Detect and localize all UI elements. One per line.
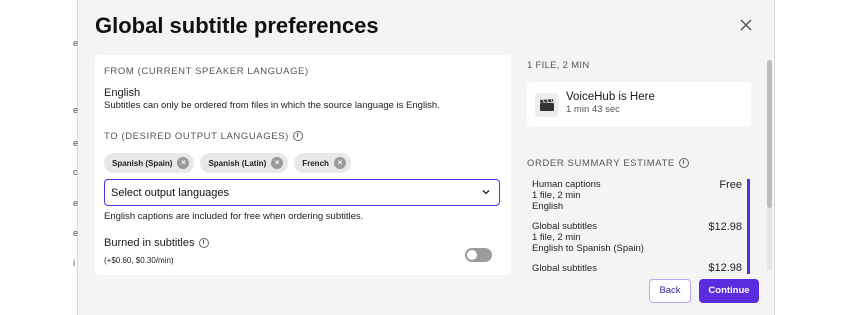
toggle-knob xyxy=(467,250,477,260)
summary-row-detail: English xyxy=(532,201,564,212)
summary-row: Human captions 1 file, 2 min English xyxy=(532,179,742,212)
summary-row-price: $12.98 xyxy=(708,221,742,233)
continue-button[interactable]: Continue xyxy=(699,279,759,303)
language-settings-card: FROM (CURRENT SPEAKER LANGUAGE) English … xyxy=(95,55,511,275)
file-name: VoiceHub is Here xyxy=(566,91,655,103)
remove-chip-icon[interactable]: × xyxy=(271,157,284,169)
remove-chip-icon[interactable]: × xyxy=(333,157,346,169)
chevron-down-icon xyxy=(482,190,490,195)
background-page: e e e c e e i xyxy=(0,0,78,315)
subtitle-preferences-dialog: Global subtitle preferences FROM (CURREN… xyxy=(78,0,775,315)
summary-row-detail: 1 file, 2 min xyxy=(532,232,581,243)
language-chip: Spanish (Spain) × xyxy=(104,153,195,173)
chip-label: French xyxy=(302,158,329,168)
summary-row-price: $12.98 xyxy=(708,262,742,274)
info-icon[interactable]: i xyxy=(198,238,209,249)
burned-label: Burned in subtitles xyxy=(104,237,195,249)
to-note: English captions are included for free w… xyxy=(104,211,364,222)
file-card: VoiceHub is Here 1 min 43 sec xyxy=(527,82,751,127)
scrollbar-thumb[interactable] xyxy=(767,60,772,208)
burned-label-row: Burned in subtitles i xyxy=(104,237,209,249)
dialog-title: Global subtitle preferences xyxy=(95,13,379,38)
to-label: TO (DESIRED OUTPUT LANGUAGES) xyxy=(104,131,289,142)
to-label-row: TO (DESIRED OUTPUT LANGUAGES) i xyxy=(104,131,303,142)
language-chip: Spanish (Latin) × xyxy=(200,153,289,173)
scrollbar[interactable] xyxy=(767,60,772,270)
file-duration: 1 min 43 sec xyxy=(566,104,620,115)
selected-languages: Spanish (Spain) × Spanish (Latin) × Fren… xyxy=(104,153,351,173)
background-mark: c xyxy=(73,167,78,177)
order-panel: 1 FILE, 2 MIN VoiceHub is Here 1 min 43 … xyxy=(527,0,772,315)
summary-header-row: ORDER SUMMARY ESTIMATE i xyxy=(527,158,689,169)
summary-row-detail: English to Spanish (Spain) xyxy=(532,243,644,254)
from-label: FROM (CURRENT SPEAKER LANGUAGE) xyxy=(104,66,309,77)
chip-label: Spanish (Latin) xyxy=(208,158,267,168)
burned-price: (+$0.60, $0.30/min) xyxy=(104,256,174,265)
from-note: Subtitles can only be ordered from files… xyxy=(104,100,440,111)
summary-header: ORDER SUMMARY ESTIMATE xyxy=(527,158,675,169)
back-button[interactable]: Back xyxy=(649,279,691,303)
info-icon[interactable]: i xyxy=(292,131,303,142)
info-icon[interactable]: i xyxy=(678,158,689,169)
summary-accent-bar xyxy=(747,179,750,274)
background-mark: i xyxy=(73,258,75,268)
summary-row-price: Free xyxy=(719,179,742,191)
from-language: English xyxy=(104,87,141,99)
burned-subtitles-toggle[interactable] xyxy=(465,248,492,262)
chip-label: Spanish (Spain) xyxy=(112,158,173,168)
files-header: 1 FILE, 2 MIN xyxy=(527,60,590,71)
summary-row-detail: 1 file, 2 min xyxy=(532,190,581,201)
select-placeholder: Select output languages xyxy=(111,186,230,199)
summary-row-title: Human captions xyxy=(532,179,601,190)
order-summary-list: Human captions 1 file, 2 min English Fre… xyxy=(527,174,751,274)
remove-chip-icon[interactable]: × xyxy=(177,157,190,169)
language-chip: French × xyxy=(294,153,351,173)
output-languages-select[interactable]: Select output languages xyxy=(104,179,500,206)
clapperboard-icon xyxy=(535,93,559,117)
